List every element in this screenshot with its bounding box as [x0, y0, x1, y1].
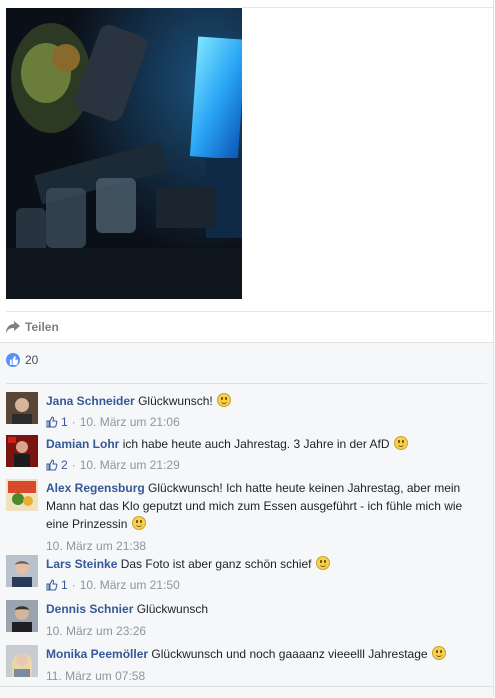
- comments-section: 20 Jana Schneider Glückwunsch! 1 · 10. M…: [0, 342, 493, 698]
- divider: [242, 7, 493, 8]
- comment-author[interactable]: Damian Lohr: [46, 437, 119, 451]
- smile-emoji-icon: [217, 393, 232, 407]
- divider: [0, 686, 493, 687]
- comment-like-count[interactable]: 2: [46, 456, 68, 474]
- comment-text: Glückwunsch: [136, 602, 209, 616]
- meta-separator: ·: [71, 578, 76, 592]
- like-summary[interactable]: 20: [6, 353, 38, 367]
- comment-text: Glückwunsch und noch gaaaanz vieeelll Ja…: [151, 647, 428, 661]
- avatar[interactable]: [6, 435, 38, 467]
- avatar[interactable]: [6, 392, 38, 424]
- smile-emoji-icon: [131, 516, 146, 530]
- comment-timestamp[interactable]: 10. März um 21:38: [46, 537, 146, 555]
- share-arrow-icon: [6, 321, 20, 333]
- share-label: Teilen: [25, 320, 59, 334]
- thumbs-up-outline-icon: [46, 459, 58, 471]
- meta-separator: ·: [71, 458, 76, 472]
- avatar[interactable]: [6, 555, 38, 587]
- share-button[interactable]: Teilen: [6, 320, 59, 334]
- divider: [6, 383, 487, 384]
- post-actions: Teilen: [6, 311, 492, 343]
- comment-author[interactable]: Lars Steinke: [46, 557, 117, 571]
- grin-emoji-icon: [315, 556, 330, 570]
- grin-emoji-icon: [393, 436, 408, 450]
- comment-like-count[interactable]: 1: [46, 413, 68, 431]
- comment-author[interactable]: Monika Peemöller: [46, 647, 148, 661]
- comment-text: ich habe heute auch Jahrestag. 3 Jahre i…: [122, 437, 390, 451]
- comment-like-count[interactable]: 1: [46, 576, 68, 594]
- comment-like-number: 1: [61, 415, 68, 429]
- comment-timestamp[interactable]: 10. März um 21:50: [80, 576, 180, 594]
- avatar[interactable]: [6, 479, 38, 511]
- comment-author[interactable]: Alex Regensburg: [46, 481, 145, 495]
- avatar[interactable]: [6, 645, 38, 677]
- thumbs-up-icon: [6, 353, 20, 367]
- comment-timestamp[interactable]: 10. März um 21:29: [80, 456, 180, 474]
- comment-like-number: 2: [61, 458, 68, 472]
- comment-timestamp[interactable]: 10. März um 23:26: [46, 622, 146, 640]
- post-card: Teilen 20 Jana Schneider Glückwunsch! 1: [0, 0, 494, 698]
- avatar[interactable]: [6, 600, 38, 632]
- comment-text: Das Foto ist aber ganz schön schief: [120, 557, 312, 571]
- comment-timestamp[interactable]: 10. März um 21:06: [80, 413, 180, 431]
- comment-author[interactable]: Jana Schneider: [46, 394, 135, 408]
- like-count: 20: [25, 353, 39, 367]
- comment-timestamp[interactable]: 11. März um 07:58: [46, 667, 145, 685]
- thumbs-up-outline-icon: [46, 579, 58, 591]
- smile-emoji-icon: [431, 646, 446, 660]
- post-photo[interactable]: [6, 8, 242, 299]
- thumbs-up-outline-icon: [46, 416, 58, 428]
- meta-separator: ·: [71, 415, 76, 429]
- comment-like-number: 1: [61, 578, 68, 592]
- comment-text: Glückwunsch!: [138, 394, 213, 408]
- comment-author[interactable]: Dennis Schnier: [46, 602, 133, 616]
